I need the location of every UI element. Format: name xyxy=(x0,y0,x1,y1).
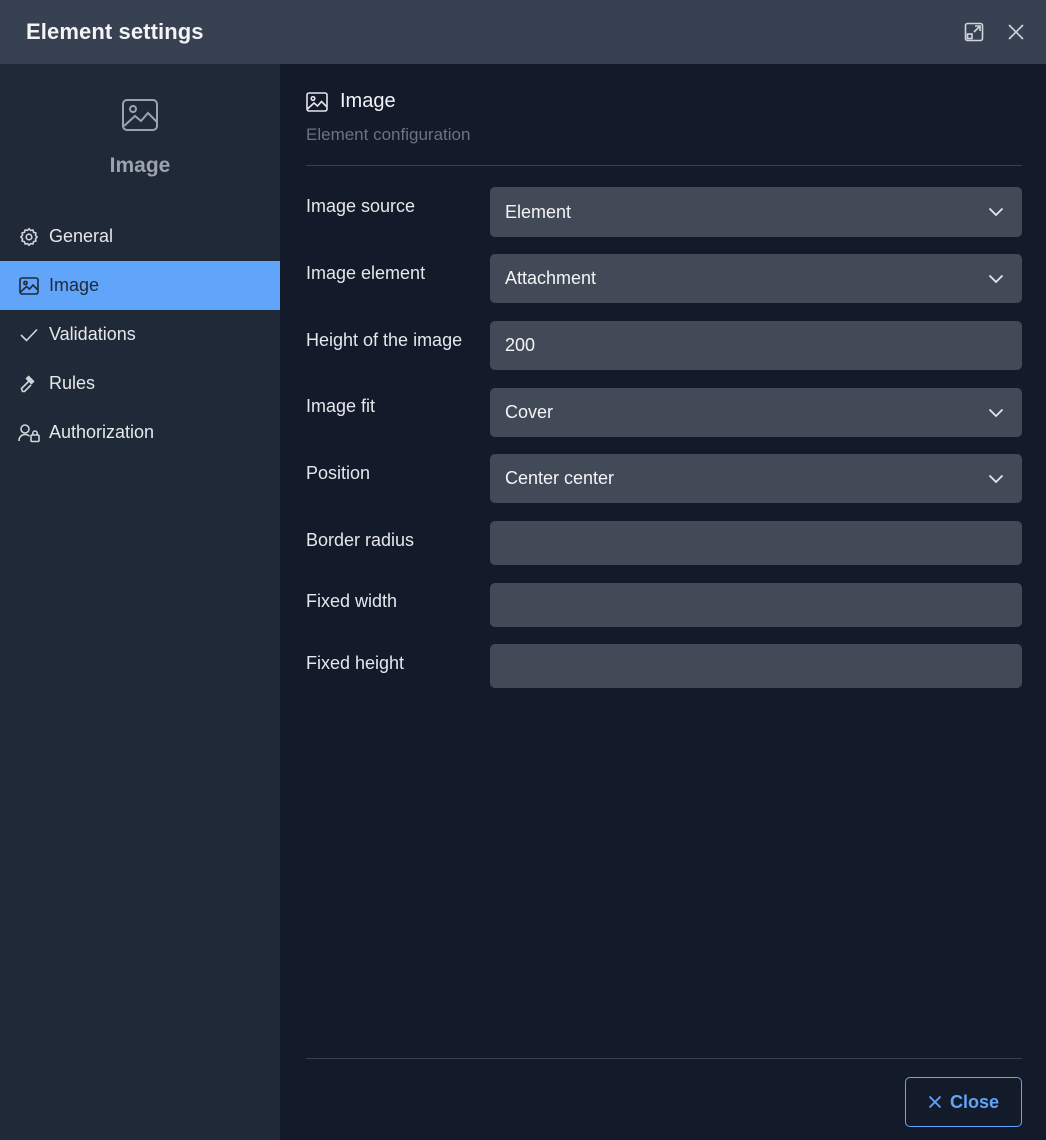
border-radius-label: Border radius xyxy=(306,530,415,550)
user-lock-icon xyxy=(18,422,40,444)
divider xyxy=(306,165,1022,166)
image-element-select[interactable]: Attachment xyxy=(490,254,1022,303)
minimize-window-icon xyxy=(964,22,984,42)
gear-icon xyxy=(18,226,40,248)
main-panel: Image Element configuration Image source… xyxy=(280,64,1046,1140)
sidebar-item-label: Validations xyxy=(49,324,136,344)
sidebar-nav: General Image Validations Rules Authoriz… xyxy=(0,212,280,457)
close-button[interactable]: Close xyxy=(905,1077,1022,1127)
border-radius-input[interactable] xyxy=(490,521,1022,565)
section-header: Image Element configuration xyxy=(306,90,1022,145)
section-title: Image xyxy=(340,90,396,112)
dialog-title: Element settings xyxy=(26,19,204,44)
sidebar-item-authorization[interactable]: Authorization xyxy=(0,408,280,457)
chevron-down-icon xyxy=(988,207,1004,217)
image-source-value: Element xyxy=(505,201,572,222)
position-label: Position xyxy=(306,463,371,483)
sidebar-item-label: Rules xyxy=(49,373,96,393)
image-source-label: Image source xyxy=(306,196,416,216)
check-icon xyxy=(18,324,40,346)
dialog-header: Element settings xyxy=(0,0,1046,64)
sidebar: Image General Image Validations Rules Au… xyxy=(0,64,280,1140)
position-select[interactable]: Center center xyxy=(490,454,1022,503)
position-value: Center center xyxy=(505,468,615,488)
fixed-width-label: Fixed width xyxy=(306,591,398,611)
sidebar-item-validations[interactable]: Validations xyxy=(0,310,280,359)
chevron-down-icon xyxy=(988,408,1004,418)
element-type-title: Image xyxy=(109,154,171,177)
image-icon xyxy=(122,99,158,131)
image-fit-select[interactable]: Cover xyxy=(490,388,1022,437)
image-icon xyxy=(18,275,40,297)
close-icon xyxy=(1008,24,1024,40)
image-fit-value: Cover xyxy=(505,402,554,422)
section-subtitle: Element configuration xyxy=(306,125,471,144)
image-element-value: Attachment xyxy=(505,268,597,288)
image-height-input[interactable]: 200 xyxy=(490,321,1022,370)
fixed-width-input[interactable] xyxy=(490,583,1022,627)
chevron-down-icon xyxy=(988,274,1004,284)
minimize-window-button[interactable] xyxy=(962,20,986,44)
close-window-button[interactable] xyxy=(1004,20,1028,44)
image-element-label: Image element xyxy=(306,263,426,283)
sidebar-item-general[interactable]: General xyxy=(0,212,280,261)
element-summary: Image xyxy=(0,64,280,199)
sidebar-item-label: Authorization xyxy=(49,422,155,442)
sidebar-item-image[interactable]: Image xyxy=(0,261,280,310)
image-icon xyxy=(306,91,328,112)
image-source-select[interactable]: Element xyxy=(490,187,1022,237)
fixed-height-label: Fixed height xyxy=(306,653,405,673)
close-button-label: Close xyxy=(949,1091,1000,1112)
close-icon xyxy=(928,1095,942,1109)
sidebar-item-rules[interactable]: Rules xyxy=(0,359,280,408)
chevron-down-icon xyxy=(988,474,1004,484)
image-fit-label: Image fit xyxy=(306,396,376,416)
fixed-height-input[interactable] xyxy=(490,644,1022,688)
image-height-value: 200 xyxy=(505,335,536,355)
footer-divider xyxy=(306,1058,1022,1059)
image-height-label: Height of the image xyxy=(306,330,463,350)
sidebar-item-label: Image xyxy=(49,275,100,295)
gavel-icon xyxy=(18,373,40,395)
sidebar-item-label: General xyxy=(49,226,114,246)
